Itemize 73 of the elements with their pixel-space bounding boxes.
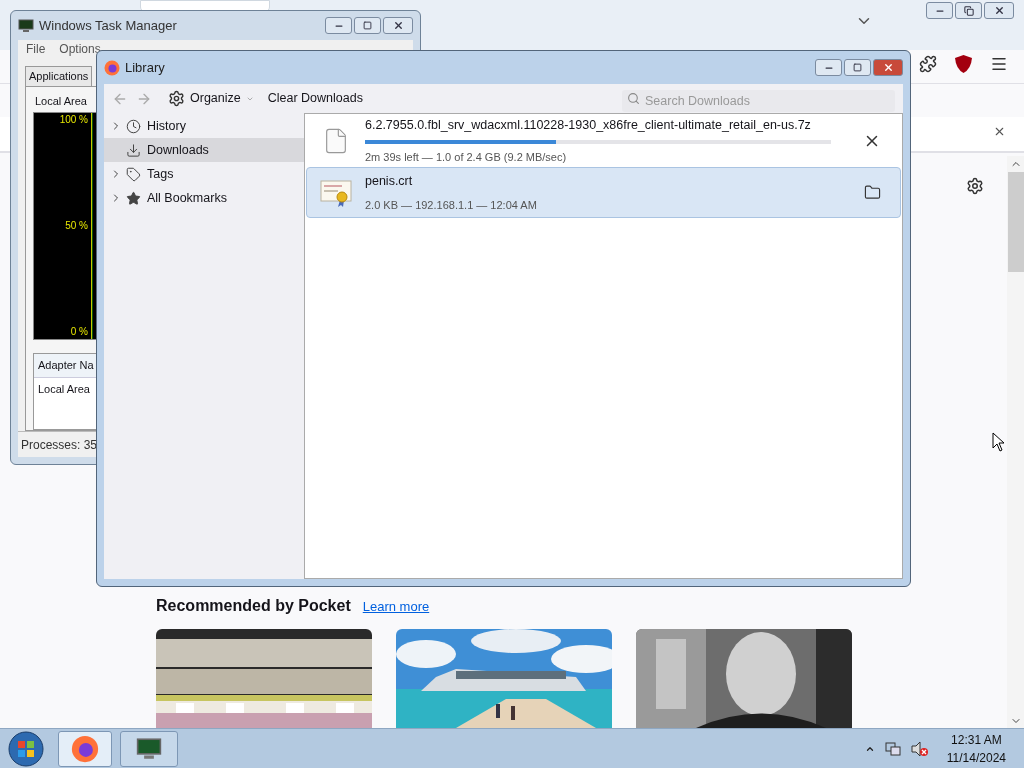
table-cell-text: Local Area bbox=[37, 381, 90, 397]
axis-label: 0 % bbox=[70, 325, 88, 338]
organize-button[interactable]: Organize bbox=[168, 89, 254, 108]
muted-speaker-icon[interactable] bbox=[910, 740, 929, 757]
close-button[interactable] bbox=[383, 17, 413, 34]
close-icon bbox=[993, 5, 1005, 16]
maximize-button[interactable] bbox=[955, 2, 982, 19]
maximize-button[interactable] bbox=[354, 17, 381, 34]
window-title: Library bbox=[125, 58, 165, 77]
close-icon bbox=[882, 62, 894, 73]
minimize-button[interactable] bbox=[926, 2, 953, 19]
close-button[interactable] bbox=[873, 59, 903, 76]
clock-icon bbox=[126, 118, 141, 134]
certificate-icon bbox=[320, 177, 352, 208]
clock-time: 12:31 AM bbox=[951, 731, 1002, 749]
file-name: penis.crt bbox=[365, 172, 414, 190]
network-icon[interactable] bbox=[884, 740, 901, 757]
maximize-icon bbox=[363, 21, 372, 30]
shield-icon[interactable] bbox=[955, 55, 972, 73]
learn-more-link[interactable]: Learn more bbox=[362, 597, 430, 617]
column-header[interactable]: Adapter Na bbox=[34, 353, 92, 377]
menu-item[interactable]: Options bbox=[59, 40, 101, 58]
sidebar-label: All Bookmarks bbox=[147, 189, 227, 207]
window-title: Windows Task Manager bbox=[39, 16, 177, 35]
settings-icon[interactable] bbox=[966, 177, 984, 195]
status-text: Processes: 35 bbox=[21, 436, 98, 454]
file-name: 6.2.7955.0.fbl_srv_wdacxml.110228-1930_x86fre_client-ultimate_retail_en-us.7z bbox=[365, 116, 812, 134]
taskbar-button[interactable] bbox=[58, 730, 112, 767]
minimize-button[interactable] bbox=[815, 59, 842, 76]
download-icon bbox=[126, 142, 141, 158]
tab[interactable]: Applications bbox=[25, 66, 93, 86]
search-icon bbox=[627, 91, 640, 105]
folder-icon[interactable] bbox=[864, 184, 881, 201]
download-status: 2m 39s left — 1.0 of 2.4 GB (9.2 MB/sec) bbox=[365, 149, 568, 165]
close-icon[interactable] bbox=[993, 125, 1006, 138]
menu-item[interactable]: File bbox=[26, 40, 46, 58]
firefox-icon bbox=[104, 59, 120, 76]
maximize-button[interactable] bbox=[844, 59, 871, 76]
maximize-icon bbox=[853, 63, 862, 72]
sidebar-item[interactable]: Tags bbox=[104, 162, 304, 186]
cursor-icon bbox=[992, 432, 1005, 452]
clear-downloads-button[interactable]: Clear Downloads bbox=[267, 89, 363, 108]
clock-date: 11/14/2024 bbox=[946, 749, 1006, 767]
settings-icon bbox=[168, 90, 185, 107]
axis-label: 50 % bbox=[65, 219, 88, 232]
search-field[interactable]: Search Downloads bbox=[622, 89, 895, 112]
sidebar-item[interactable]: All Bookmarks bbox=[104, 186, 304, 210]
scrollbar[interactable] bbox=[1007, 156, 1024, 728]
monitor-icon bbox=[136, 736, 162, 761]
close-button[interactable] bbox=[984, 2, 1014, 19]
taskbar-button[interactable] bbox=[120, 730, 178, 767]
restore-icon bbox=[963, 5, 974, 16]
sidebar-item[interactable]: Downloads bbox=[104, 138, 304, 162]
download-item[interactable]: penis.crt 2.0 KB — 192.168.1.1 — 12:04 AM bbox=[306, 167, 901, 218]
start-button[interactable] bbox=[6, 729, 46, 768]
firefox-icon bbox=[71, 734, 99, 763]
sidebar-label: Tags bbox=[147, 165, 174, 183]
minimize-button[interactable] bbox=[325, 17, 352, 34]
sidebar-item[interactable]: History bbox=[104, 114, 304, 138]
download-status: 2.0 KB — 192.168.1.1 — 12:04 AM bbox=[365, 197, 538, 213]
sidebar-label: History bbox=[147, 117, 186, 135]
menu-icon[interactable] bbox=[990, 55, 1008, 73]
download-item[interactable]: 6.2.7955.0.fbl_srv_wdacxml.110228-1930_x86fre_client-ultimate_retail_en-us.7z 2m 39s left — 1.0 of 2.4 GB (9.2 MB/sec) bbox=[306, 115, 901, 166]
sidebar-label: Downloads bbox=[147, 141, 209, 159]
section-heading: Recommended by Pocket bbox=[156, 596, 351, 616]
scrollbar-thumb[interactable] bbox=[1007, 172, 1024, 272]
tag-icon bbox=[126, 166, 141, 182]
axis-label: 100 % bbox=[59, 113, 88, 126]
star-icon bbox=[126, 190, 141, 206]
monitor-icon bbox=[18, 18, 34, 33]
graph-title: Local Area bbox=[34, 94, 87, 109]
close-icon bbox=[392, 20, 404, 31]
puzzle-icon[interactable] bbox=[919, 55, 937, 73]
